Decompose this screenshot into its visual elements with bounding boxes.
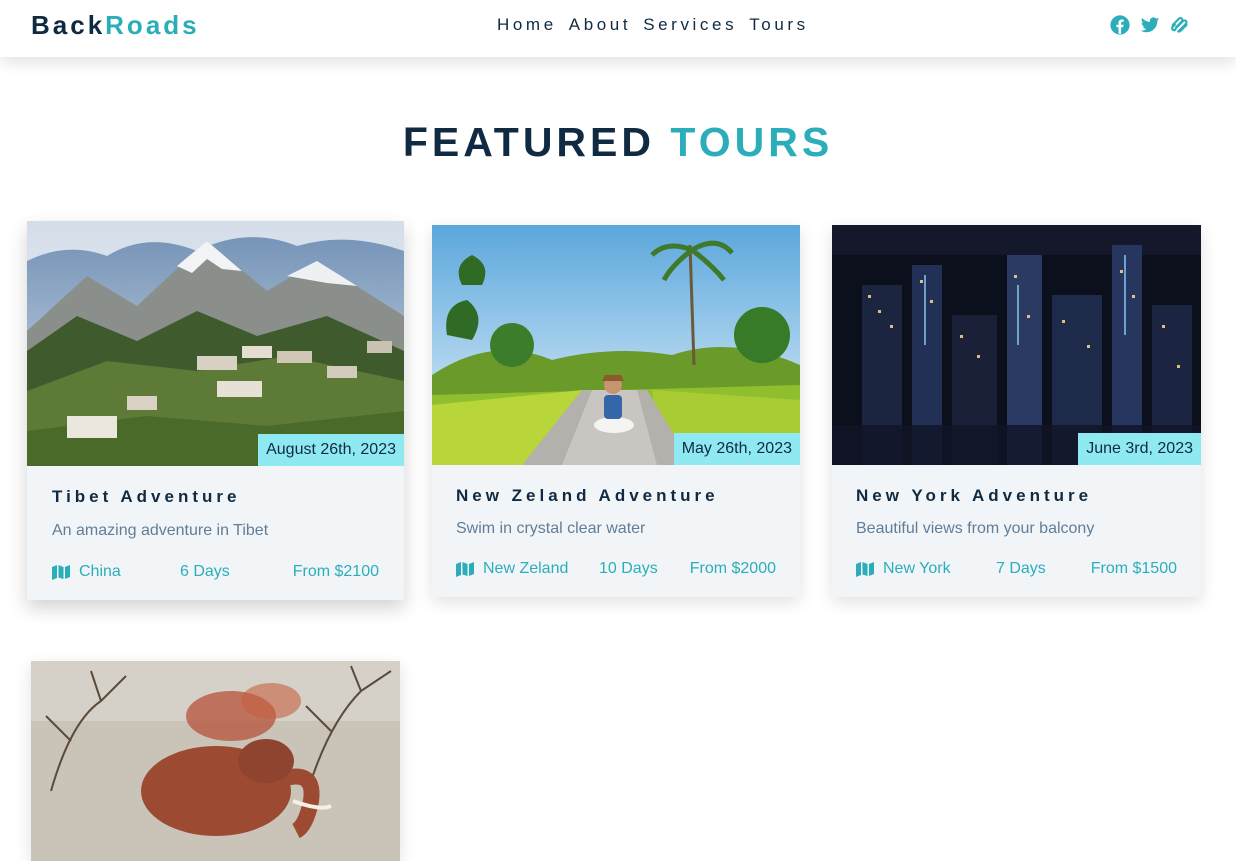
facebook-icon[interactable] [1109,14,1131,36]
tour-description: Beautiful views from your balcony [856,520,1095,537]
tour-card[interactable]: May 26th, 2023 New Zeland Adventure Swim… [432,225,800,597]
tour-image [432,225,800,465]
tour-description: An amazing adventure in Tibet [52,522,269,539]
tour-price: From $1500 [1090,560,1177,577]
tour-duration: 7 Days [996,560,1046,577]
nav-link-services[interactable]: Services [643,13,737,37]
tour-card[interactable]: August 26th, 2023 Tibet Adventure An ama… [27,221,404,600]
squarespace-icon[interactable] [1169,14,1191,36]
brand-logo-part-2: Roads [105,10,200,40]
tour-image [27,221,404,466]
tour-card[interactable]: June 3rd, 2023 New York Adventure Beauti… [832,225,1201,597]
tour-image [832,225,1201,465]
tour-description: Swim in crystal clear water [456,520,646,537]
map-icon [456,561,474,577]
brand-logo-part-1: Back [31,10,106,40]
tour-duration: 6 Days [180,563,230,580]
tour-title: Tibet Adventure [52,487,241,506]
nav-links: Home About Services Tours [497,13,821,37]
tour-location: New Zeland [456,559,568,579]
tour-location-text: New York [883,560,951,577]
section-title-part-1: FEATURED [402,119,655,165]
tour-title: New Zeland Adventure [456,486,719,505]
tour-title: New York Adventure [856,486,1093,505]
tour-date-badge: August 26th, 2023 [258,434,404,466]
tour-footer: New York 7 Days From $1500 [856,559,1177,579]
navbar: BackRoads Home About Services Tours [0,0,1236,57]
tour-price: From $2100 [292,563,379,580]
tour-date-badge: June 3rd, 2023 [1078,433,1201,465]
nav-link-about[interactable]: About [569,13,631,37]
nav-link-tours[interactable]: Tours [749,13,809,37]
section-title: FEATURED TOURS [0,118,1236,166]
map-icon [856,561,874,577]
tour-location-text: China [79,563,121,580]
tour-footer: China 6 Days From $2100 [52,562,379,582]
tour-card[interactable] [31,661,400,861]
social-icons [1109,14,1199,36]
tour-location-text: New Zeland [483,560,569,577]
nav-link-home[interactable]: Home [497,13,557,37]
tour-location: China [52,562,121,582]
tour-price: From $2000 [689,560,776,577]
tour-date-badge: May 26th, 2023 [673,433,800,465]
section-title-part-2: TOURS [670,119,834,165]
tour-image [31,661,400,861]
tour-duration: 10 Days [599,560,658,577]
map-icon [52,564,70,580]
twitter-icon[interactable] [1139,14,1161,36]
tour-footer: New Zeland 10 Days From $2000 [456,559,776,579]
brand-logo[interactable]: BackRoads [31,10,200,40]
tour-location: New York [856,559,951,579]
